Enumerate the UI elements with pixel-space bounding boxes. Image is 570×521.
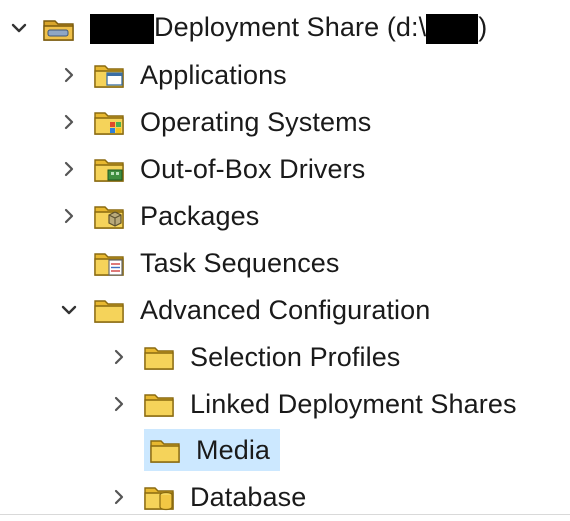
packages-folder-icon [92, 200, 126, 232]
chevron-right-icon[interactable] [58, 205, 80, 227]
tree-node-applications[interactable]: Applications [58, 55, 287, 95]
tree-node-deployment-share[interactable]: Deployment Share (d:\) [8, 8, 487, 48]
chevron-right-icon[interactable] [108, 486, 130, 508]
chevron-right-icon[interactable] [58, 158, 80, 180]
tree-node-advanced-configuration[interactable]: Advanced Configuration [58, 290, 430, 330]
chevron-down-icon[interactable] [8, 17, 30, 39]
tree-node-media[interactable]: Media [144, 429, 281, 471]
redacted-text [90, 13, 154, 44]
tree-node-linked-deployment-shares[interactable]: Linked Deployment Shares [108, 384, 517, 424]
tree-node-label: Applications [140, 59, 287, 90]
tree-node-operating-systems[interactable]: Operating Systems [58, 102, 371, 142]
tree-node-database[interactable]: Database [108, 477, 306, 517]
tree-node-label: Operating Systems [140, 106, 372, 137]
operating-systems-folder-icon [92, 106, 126, 138]
tree-node-selection-profiles[interactable]: Selection Profiles [108, 337, 400, 377]
tree-node-label: Database [190, 481, 307, 512]
tree-node-label: Packages [140, 200, 260, 231]
tree-node-label: Media [196, 434, 271, 465]
tree-node-out-of-box-drivers[interactable]: Out-of-Box Drivers [58, 149, 365, 189]
database-folder-icon [142, 481, 176, 513]
tree-node-packages[interactable]: Packages [58, 196, 259, 236]
drivers-folder-icon [92, 153, 126, 185]
applications-folder-icon [92, 59, 126, 91]
tree-node-label: Out-of-Box Drivers [140, 153, 366, 184]
deployment-share-icon [42, 12, 76, 44]
tree-node-label: Selection Profiles [190, 341, 401, 372]
folder-icon [142, 341, 176, 373]
chevron-right-icon[interactable] [108, 346, 130, 368]
chevron-right-icon[interactable] [58, 111, 80, 133]
task-sequences-folder-icon [92, 247, 126, 279]
chevron-right-icon[interactable] [108, 393, 130, 415]
tree-node-label: Deployment Share (d:\) [90, 12, 487, 44]
tree-node-label: Advanced Configuration [140, 294, 431, 325]
no-expander [58, 252, 80, 274]
folder-icon [142, 388, 176, 420]
folder-icon [148, 434, 182, 466]
tree-node-task-sequences[interactable]: Task Sequences [58, 243, 340, 283]
tree-node-label: Task Sequences [140, 247, 340, 278]
redacted-text [426, 13, 479, 44]
chevron-right-icon[interactable] [58, 64, 80, 86]
chevron-down-icon[interactable] [58, 299, 80, 321]
deployment-tree: Deployment Share (d:\) Applications Oper [0, 0, 570, 520]
tree-node-label: Linked Deployment Shares [190, 388, 517, 419]
folder-icon [92, 294, 126, 326]
